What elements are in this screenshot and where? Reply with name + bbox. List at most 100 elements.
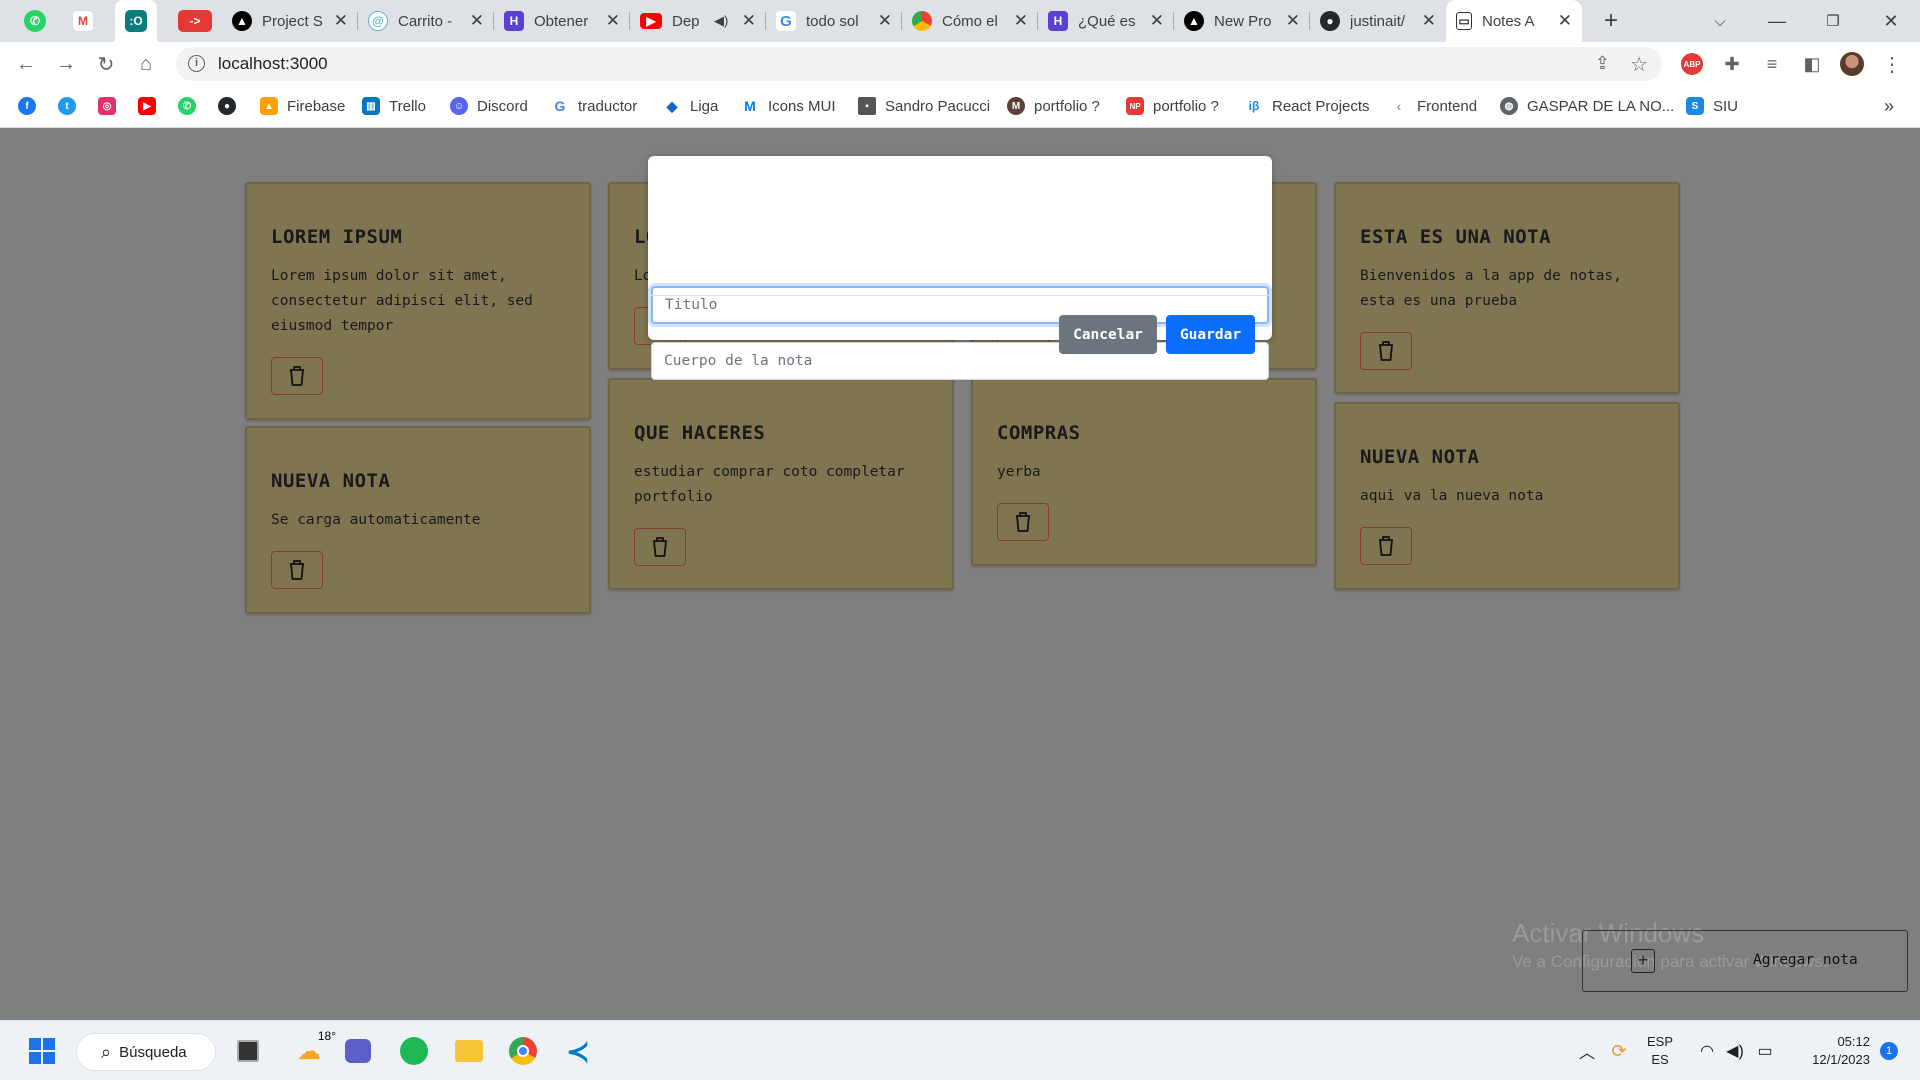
tab-github[interactable]: ● justinait/ ✕	[1310, 0, 1446, 42]
address-bar[interactable]: i localhost:3000 ⇪ ☆	[176, 47, 1662, 81]
menu-kebab-icon[interactable]: ⋮	[1876, 48, 1908, 80]
new-tab-button[interactable]: +	[1594, 0, 1628, 42]
tab-notes-active[interactable]: ▭ Notes A ✕	[1446, 0, 1582, 42]
bookmark-trello[interactable]: ▥ Trello	[362, 86, 426, 126]
tab-google[interactable]: Gtodo sol ✕	[766, 0, 902, 42]
tab-project[interactable]: ▲ Project S ✕	[222, 0, 358, 42]
tab-que-es[interactable]: H ¿Qué es ✕	[1038, 0, 1174, 42]
tab-obtener[interactable]: H Obtener ✕	[494, 0, 630, 42]
tab-new-pro[interactable]: ▲ New Pro ✕	[1174, 0, 1310, 42]
start-button[interactable]	[22, 1031, 62, 1071]
bookmark-youtube[interactable]: ▶	[138, 86, 156, 126]
taskbar-search[interactable]: ⌕ Búsqueda	[76, 1033, 216, 1071]
share-icon[interactable]: ⇪	[1595, 53, 1610, 74]
bookmark-label: Discord	[477, 97, 528, 115]
media-control-icon[interactable]: ≡	[1756, 48, 1788, 80]
tab-carrito[interactable]: @ Carrito - ✕	[358, 0, 494, 42]
bookmark-frontend[interactable]: ‹ Frontend	[1390, 86, 1477, 126]
bookmark-whatsapp[interactable]: ✆	[178, 86, 196, 126]
bookmark-portfolio-medium[interactable]: Mportfolio ?	[1007, 86, 1100, 126]
windows-logo-icon	[29, 1038, 55, 1064]
tray-overflow-chevron-icon[interactable]: ︿	[1572, 1021, 1602, 1080]
bookmark-liga[interactable]: ◆ Liga	[663, 86, 718, 126]
bookmark-label: Firebase	[287, 97, 346, 115]
save-button[interactable]: Guardar	[1166, 315, 1255, 354]
pinned-tab-whatsapp[interactable]: ✆	[14, 0, 56, 42]
close-icon[interactable]: ✕	[742, 11, 756, 31]
spotify-button[interactable]	[394, 1031, 434, 1071]
chrome-button[interactable]	[503, 1031, 543, 1071]
vercel-icon: ▲	[232, 11, 252, 31]
bookmark-portfolio-np[interactable]: NP portfolio ?	[1126, 86, 1219, 126]
bookmark-react-projects[interactable]: iβ React Projects	[1245, 86, 1370, 126]
teams-button[interactable]	[338, 1031, 378, 1071]
weather-widget[interactable]: ☁ 18°	[284, 1029, 336, 1071]
bookmark-icons-mui[interactable]: M Icons MUI	[741, 86, 836, 126]
site-info-icon[interactable]: i	[188, 55, 205, 72]
app-icon: :O	[125, 10, 147, 32]
pinned-tab-redirect[interactable]: ->	[174, 0, 216, 42]
bookmark-firebase[interactable]: ▲ Firebase	[260, 86, 345, 126]
close-icon[interactable]: ✕	[334, 11, 348, 31]
tab-label: Dep	[672, 12, 700, 30]
add-note-button[interactable]: + Agregar nota	[1582, 930, 1908, 992]
bookmark-siu[interactable]: S SIU	[1686, 86, 1738, 126]
task-view-button[interactable]	[228, 1031, 268, 1071]
delete-note-button[interactable]	[1360, 527, 1412, 565]
facebook-icon: f	[18, 97, 36, 115]
bookmark-sandro[interactable]: ▪ Sandro Pacucci	[858, 86, 990, 126]
reload-button[interactable]: ↻	[88, 42, 124, 86]
folder-icon	[455, 1040, 483, 1062]
delete-note-button[interactable]	[1360, 332, 1412, 370]
bookmark-twitter[interactable]: t	[58, 86, 76, 126]
bookmark-facebook[interactable]: f	[18, 86, 36, 126]
vscode-button[interactable]: ≺	[558, 1031, 598, 1071]
bookmark-star-icon[interactable]: ☆	[1630, 52, 1648, 77]
close-icon[interactable]: ✕	[606, 11, 620, 31]
delete-note-button[interactable]	[634, 528, 686, 566]
cancel-button[interactable]: Cancelar	[1059, 315, 1157, 354]
delete-note-button[interactable]	[271, 357, 323, 395]
language-indicator[interactable]: ESP ES	[1640, 1021, 1680, 1080]
notification-badge[interactable]: 1	[1874, 1021, 1904, 1080]
delete-note-button[interactable]	[997, 503, 1049, 541]
side-panel-icon[interactable]: ◧	[1796, 48, 1828, 80]
tab-como[interactable]: Cómo el ✕	[902, 0, 1038, 42]
bookmark-github[interactable]: ●	[218, 86, 236, 126]
note-title: ESTA ES UNA NOTA	[1360, 226, 1552, 248]
forward-button[interactable]: →	[48, 42, 84, 86]
close-icon[interactable]: ✕	[1286, 11, 1300, 31]
bookmark-traductor[interactable]: Gtraductor	[551, 86, 637, 126]
pinned-tab-app[interactable]: :O	[115, 0, 157, 42]
pinned-tab-gmail[interactable]: M	[62, 0, 104, 42]
restore-button[interactable]: ❐	[1808, 0, 1858, 42]
back-button[interactable]: ←	[8, 42, 44, 86]
home-button[interactable]: ⌂	[128, 42, 164, 86]
url-text[interactable]: localhost:3000	[218, 54, 328, 74]
clock[interactable]: 05:12 12/1/2023	[1790, 1021, 1870, 1080]
bookmark-gaspar[interactable]: ◍ GASPAR DE LA NO...	[1500, 86, 1674, 126]
sync-icon[interactable]: ⟳	[1604, 1021, 1634, 1080]
speaker-icon[interactable]: ◀)	[714, 13, 728, 29]
close-icon[interactable]: ✕	[1558, 11, 1572, 31]
battery-icon[interactable]: ▭	[1752, 1021, 1778, 1080]
close-icon[interactable]: ✕	[878, 11, 892, 31]
close-icon[interactable]: ✕	[470, 11, 484, 31]
profile-avatar[interactable]	[1836, 48, 1868, 80]
tab-search-chevron-icon[interactable]: ⌵	[1700, 0, 1740, 42]
bookmark-discord[interactable]: ☺ Discord	[450, 86, 528, 126]
adblock-icon[interactable]: ABP	[1676, 48, 1708, 80]
close-icon[interactable]: ✕	[1150, 11, 1164, 31]
delete-note-button[interactable]	[271, 551, 323, 589]
more-bookmarks-button[interactable]: »	[1884, 86, 1894, 126]
close-icon[interactable]: ✕	[1422, 11, 1436, 31]
tab-youtube[interactable]: ▶ Dep ◀) ✕	[630, 0, 766, 42]
wifi-icon[interactable]: ◠	[1694, 1021, 1720, 1080]
file-explorer-button[interactable]	[449, 1031, 489, 1071]
minimize-button[interactable]: —	[1752, 0, 1802, 42]
volume-icon[interactable]: ◀)	[1722, 1021, 1748, 1080]
close-icon[interactable]: ✕	[1014, 11, 1028, 31]
window-close-button[interactable]: ✕	[1866, 0, 1916, 42]
extensions-icon[interactable]: ✚	[1716, 48, 1748, 80]
bookmark-instagram[interactable]: ◎	[98, 86, 116, 126]
